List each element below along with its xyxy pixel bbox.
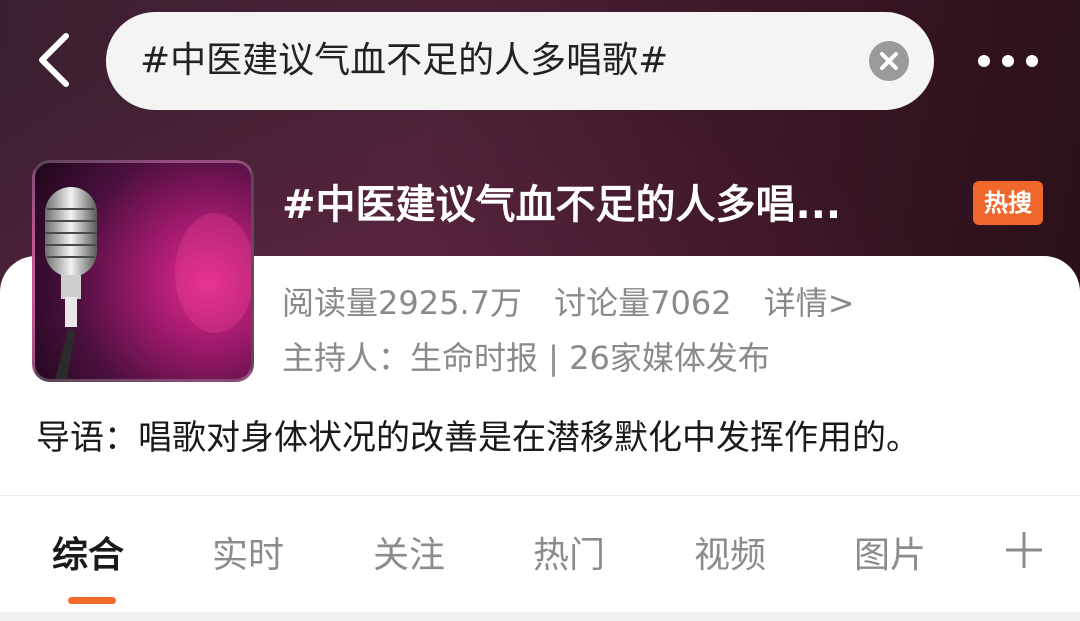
- back-button[interactable]: [30, 28, 90, 92]
- tab-images[interactable]: 图片: [854, 528, 926, 584]
- search-input[interactable]: #中医建议气血不足的人多唱歌#: [140, 12, 668, 110]
- topic-stats: 阅读量2925.7万 讨论量7062 详情>: [282, 280, 877, 326]
- tab-comprehensive[interactable]: 综合: [52, 528, 124, 584]
- microphone-icon: [45, 187, 251, 379]
- tab-realtime[interactable]: 实时: [212, 528, 284, 584]
- tab-video[interactable]: 视频: [694, 528, 766, 584]
- clear-search-button[interactable]: [869, 41, 909, 81]
- detail-link[interactable]: 详情>: [764, 284, 855, 322]
- topic-intro: 导语：唱歌对身体状况的改善是在潜移默化中发挥作用的。: [36, 418, 920, 458]
- clear-icon: [880, 52, 898, 70]
- more-options-button[interactable]: [968, 30, 1052, 90]
- more-tabs-button[interactable]: [1004, 530, 1044, 570]
- topic-title: #中医建议气血不足的人多唱...: [282, 182, 842, 228]
- chevron-left-icon: [39, 33, 69, 87]
- tab-hot[interactable]: 热门: [533, 528, 605, 584]
- host-info: 主持人：生命时报 | 26家媒体发布: [282, 339, 770, 377]
- read-count: 阅读量2925.7万: [282, 284, 522, 322]
- search-bar[interactable]: #中医建议气血不足的人多唱歌#: [106, 12, 934, 110]
- tab-following[interactable]: 关注: [373, 528, 445, 584]
- hot-search-badge: 热搜: [973, 181, 1043, 225]
- topic-cover-image: [32, 160, 254, 382]
- discussion-count: 讨论量7062: [554, 284, 732, 322]
- active-tab-indicator: [68, 597, 116, 604]
- more-dots-icon: [978, 55, 1038, 67]
- plus-icon: [1006, 532, 1042, 568]
- tab-bar: 综合 实时 关注 热门 视频 图片: [0, 496, 1080, 612]
- content-separator: [0, 612, 1080, 621]
